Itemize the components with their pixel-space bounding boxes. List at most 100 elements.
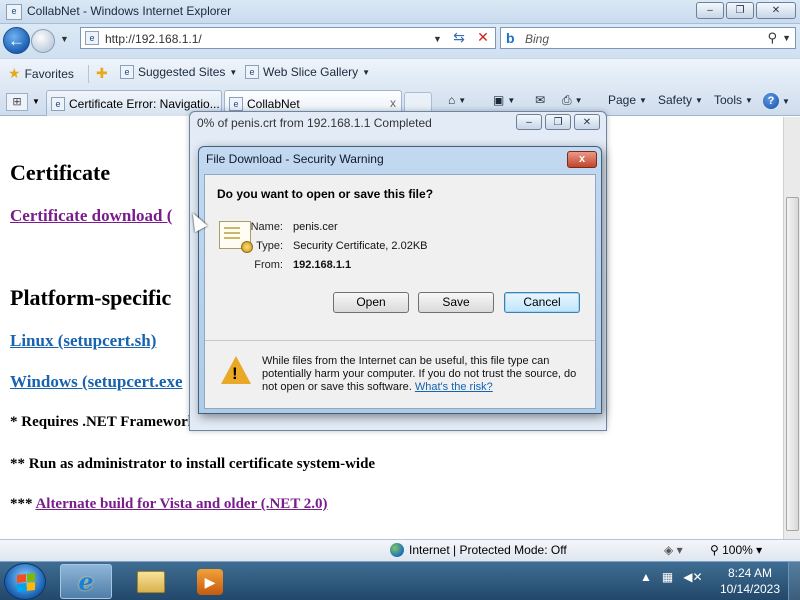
suggested-sites-label: Suggested Sites [138,65,226,79]
window-title: CollabNet - Windows Internet Explorer [27,4,232,18]
bing-icon: b [506,30,515,46]
safety-menu-label: Safety [658,93,693,107]
minimize-button[interactable]: – [696,2,724,19]
zone-label: Internet | Protected Mode: Off [409,543,567,557]
show-hidden-icons-icon[interactable]: ▲ [640,570,652,584]
zoom-level[interactable]: ⚲ 100% ▾ [710,543,762,557]
quick-tabs-icon[interactable]: ⊞ [6,93,28,111]
search-input[interactable]: Bing [525,32,549,46]
page-menu[interactable]: Page ▼ [608,93,647,107]
safety-menu[interactable]: Safety ▼ [658,93,703,107]
address-url[interactable]: http://192.168.1.1/ [105,32,202,46]
help-icon: ? [763,93,779,109]
tools-menu-label: Tools [714,93,743,107]
favbar-separator [88,65,89,83]
page-icon: e [51,96,65,111]
ie-app-icon: e [6,4,22,20]
page-icon: e [229,96,243,111]
exclamation-icon: ! [232,364,238,383]
open-button[interactable]: Open [333,292,409,313]
print-button[interactable]: ⎙ ▼ [562,93,583,108]
web-slice-gallery-label: Web Slice Gallery [263,65,359,79]
clock[interactable]: 8:24 AM 10/14/2023 [718,565,782,597]
recent-pages-dropdown-icon[interactable]: ▼ [60,34,69,44]
close-window-button[interactable]: ✕ [756,2,796,19]
status-bar: Internet | Protected Mode: Off ◈ ▾ ⚲ 100… [0,539,800,561]
tab-list-dropdown-icon[interactable]: ▼ [32,97,40,106]
network-icon[interactable]: ▦ [662,570,673,584]
window-titlebar: e CollabNet - Windows Internet Explorer … [0,0,800,24]
save-button[interactable]: Save [418,292,494,313]
taskbar-explorer-button[interactable] [125,564,177,599]
tab-label: CollabNet [247,96,300,111]
read-mail-button[interactable]: ✉ [535,93,545,107]
page-icon: e [245,65,259,79]
security-zone[interactable]: Internet | Protected Mode: Off [390,543,567,557]
progress-window-controls: – ❐ ✕ [516,114,600,130]
address-dropdown-icon[interactable]: ▼ [433,34,442,44]
clock-time: 8:24 AM [727,566,773,580]
forward-button[interactable] [31,29,55,53]
linux-setupcert-link[interactable]: Linux (setupcert.sh) [10,331,156,351]
help-menu[interactable]: ? ▼ [763,93,790,109]
tools-menu[interactable]: Tools ▼ [714,93,753,107]
close-tab-icon[interactable]: x [390,96,396,110]
certificate-download-link[interactable]: Certificate download ( [10,206,172,226]
add-star-icon: ✚ [96,65,108,81]
show-desktop-button[interactable] [788,562,800,600]
tab-label: Certificate Error: Navigatio... [69,96,220,111]
progress-window-title: 0% of penis.crt from 192.168.1.1 Complet… [197,116,432,130]
from-value: 192.168.1.1 [293,259,352,271]
minimize-button[interactable]: – [516,114,542,130]
taskbar: e ▶ ▲ ▦ ◀✕ 8:24 AM 10/14/2023 [0,561,800,600]
type-value: Security Certificate, 2.02KB [293,240,428,252]
add-favorites-icon[interactable]: ✚ [96,65,108,82]
search-options-icon[interactable]: ▼ [782,33,791,43]
rss-icon: ▣ [493,93,505,107]
windows-setupcert-link[interactable]: Windows (setupcert.exe [10,372,183,392]
taskbar-media-player-button[interactable]: ▶ [184,564,236,599]
stop-icon[interactable]: ✕ [473,29,493,47]
page-menu-label: Page [608,93,637,107]
heading-platform-specific: Platform-specific [10,285,172,310]
chevron-down-icon: ▼ [229,67,238,77]
name-label: Name: [250,221,283,233]
start-button[interactable] [4,563,46,600]
web-slice-gallery-link[interactable]: e Web Slice Gallery ▼ [245,65,370,79]
home-button[interactable]: ⌂ ▼ [448,93,466,107]
favorites-star-icon: ★ [8,65,21,81]
whats-the-risk-link[interactable]: What's the risk? [415,381,493,393]
scrollbar-thumb[interactable] [786,197,799,531]
search-box[interactable]: b Bing ⚲ ▼ [500,27,796,49]
address-bar[interactable]: e http://192.168.1.1/ ▼ ⇆ ✕ [80,27,496,49]
printer-icon: ⎙ [562,93,572,107]
zoom-value: 100% [722,543,753,557]
favorites-button[interactable]: ★ Favorites [8,65,74,82]
search-icon[interactable]: ⚲ [767,30,777,46]
vertical-scrollbar[interactable] [783,117,800,539]
note-alternate-build: *** Alternate build for Vista and older … [10,496,328,513]
cancel-button[interactable]: Cancel [504,292,580,313]
suggested-sites-link[interactable]: e Suggested Sites ▼ [120,65,237,79]
dialog-close-button[interactable]: x [567,151,597,168]
refresh-icon[interactable]: ⇆ [449,29,469,47]
clock-date: 10/14/2023 [719,582,781,596]
window-controls: – ❐ ✕ [696,2,796,19]
alternate-build-link[interactable]: Alternate build for Vista and older (.NE… [35,496,327,512]
maximize-button[interactable]: ❐ [545,114,571,130]
from-label: From: [254,259,283,271]
maximize-button[interactable]: ❐ [726,2,754,19]
close-button[interactable]: ✕ [574,114,600,130]
windows-logo-icon [17,573,35,592]
taskbar-ie-button[interactable]: e [60,564,112,599]
heading-certificate: Certificate [10,160,111,185]
protected-mode-icon[interactable]: ◈ ▾ [664,543,683,557]
type-label: Type: [256,240,283,252]
globe-icon [390,543,404,557]
media-player-icon: ▶ [197,568,223,595]
feeds-button[interactable]: ▣ ▼ [493,93,515,107]
volume-muted-icon[interactable]: ◀✕ [683,570,702,584]
back-button[interactable]: ← [3,27,30,54]
internet-explorer-icon: e [78,567,94,596]
favorites-bar: ★ Favorites ✚ e Suggested Sites ▼ e Web … [0,58,800,88]
